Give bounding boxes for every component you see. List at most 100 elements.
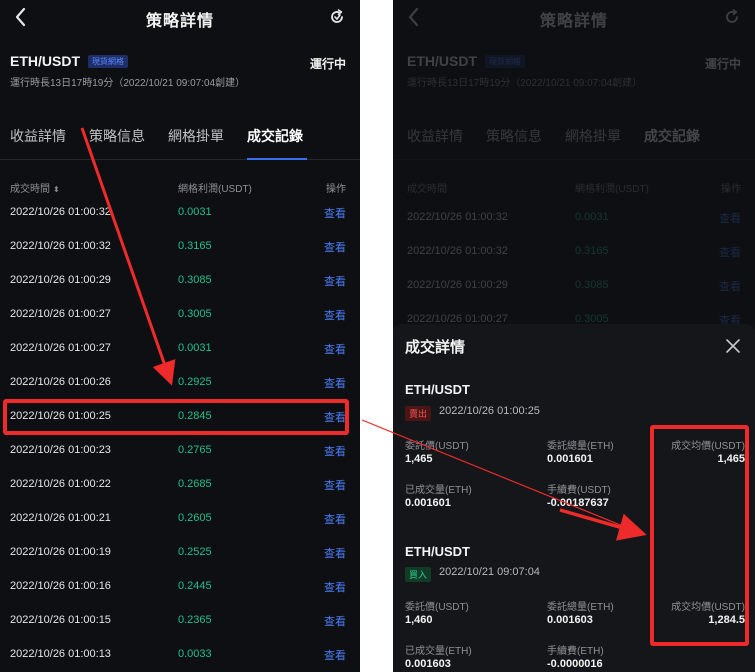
trade-time: 2022/10/26 01:00:19: [10, 546, 111, 558]
trading-pair: ETH/USDT: [407, 53, 477, 69]
view-button[interactable]: 查看: [324, 613, 346, 629]
grid-profit: 0.2605: [178, 512, 212, 524]
grid-profit: 0.0031: [575, 211, 609, 223]
table-row[interactable]: 2022/10/26 01:00:27 0.0031 查看: [0, 334, 360, 368]
trade-time: 2022/10/26 01:00:32: [10, 206, 111, 218]
column-header-profit: 網格利潤(USDT): [575, 184, 649, 195]
highlight-box-avg-price: [650, 425, 749, 646]
grid-profit: 0.0031: [178, 342, 212, 354]
refresh-icon[interactable]: [328, 8, 346, 26]
order-price-value: 1,465: [405, 453, 433, 465]
grid-profit: 0.2525: [178, 546, 212, 558]
trade-time: 2022/10/26 01:00:23: [10, 444, 111, 456]
order-amount-value: 0.001603: [547, 614, 593, 626]
table-row[interactable]: 2022/10/26 01:00:32 0.0031 查看: [0, 198, 360, 232]
view-button: 查看: [719, 213, 741, 225]
runtime-text: 運行時長13日17時19分（2022/10/21 09:07:04創建）: [407, 78, 643, 89]
fee-label: 手續費(USDT): [547, 485, 611, 496]
trade-date: 2022/10/21 09:07:04: [439, 566, 540, 578]
table-row[interactable]: 2022/10/26 01:00:13 0.0033 查看: [0, 640, 360, 672]
table-row[interactable]: 2022/10/26 01:00:32 0.3165 查看: [0, 232, 360, 266]
filled-label: 已成交量(ETH): [405, 485, 472, 496]
grid-profit: 0.2765: [178, 444, 212, 456]
trade-time: 2022/10/26 01:00:32: [407, 211, 508, 223]
view-button[interactable]: 查看: [324, 511, 346, 527]
close-icon[interactable]: [725, 338, 741, 354]
view-button[interactable]: 查看: [324, 545, 346, 561]
fee-value: -0.00187637: [547, 497, 609, 509]
table-row[interactable]: 2022/10/26 01:00:19 0.2525 查看: [0, 538, 360, 572]
tab-profit-details: 收益詳情: [407, 128, 463, 144]
tab-strategy-info[interactable]: 策略信息: [89, 126, 145, 146]
strategy-detail-screen: 策略詳情 ETH/USDT 現貨網格 運行中 運行時長13日17時19分（202…: [0, 0, 360, 672]
page-title: 策略詳情: [145, 13, 214, 30]
trade-pair: ETH/USDT: [405, 544, 470, 559]
grid-profit: 0.3165: [575, 245, 609, 257]
page-title: 策略詳情: [539, 13, 608, 30]
trade-time: 2022/10/26 01:00:27: [10, 308, 111, 320]
view-button[interactable]: 查看: [324, 647, 346, 663]
table-row: 2022/10/26 01:00:32 0.3165 查看: [393, 237, 755, 271]
column-header-profit: 網格利潤(USDT): [178, 184, 252, 195]
trade-time: 2022/10/26 01:00:26: [10, 376, 111, 388]
strategy-summary: ETH/USDT 現貨網格: [407, 53, 525, 69]
grid-profit: 0.2925: [178, 376, 212, 388]
view-button[interactable]: 查看: [324, 307, 346, 323]
app-header-dim: 策略詳情: [393, 0, 755, 36]
table-row[interactable]: 2022/10/26 01:00:23 0.2765 查看: [0, 436, 360, 470]
table-row[interactable]: 2022/10/26 01:00:21 0.2605 查看: [0, 504, 360, 538]
trade-date: 2022/10/26 01:00:25: [439, 405, 540, 417]
trade-time: 2022/10/26 01:00:29: [10, 274, 111, 286]
trade-time: 2022/10/26 01:00:32: [10, 240, 111, 252]
strategy-summary: ETH/USDT 現貨網格: [10, 53, 128, 69]
runtime-text: 運行時長13日17時19分（2022/10/21 09:07:04創建）: [10, 78, 246, 89]
column-header-time[interactable]: 成交時間 ⬍: [10, 180, 60, 195]
grid-profit: 0.3085: [575, 279, 609, 291]
sell-badge: 賣出: [405, 406, 432, 421]
table-row[interactable]: 2022/10/26 01:00:26 0.2925 查看: [0, 368, 360, 402]
view-button[interactable]: 查看: [324, 273, 346, 289]
order-price-label: 委託價(USDT): [405, 441, 469, 452]
view-button[interactable]: 查看: [324, 341, 346, 357]
active-tab-indicator: [247, 158, 307, 160]
trade-time: 2022/10/26 01:00:13: [10, 648, 111, 660]
trading-pair: ETH/USDT: [10, 53, 80, 69]
view-button[interactable]: 查看: [324, 477, 346, 493]
table-row[interactable]: 2022/10/26 01:00:29 0.3085 查看: [0, 266, 360, 300]
view-button[interactable]: 查看: [324, 375, 346, 391]
status-badge: 運行中: [309, 57, 346, 71]
grid-profit: 0.3085: [178, 274, 212, 286]
order-amount-label: 委託總量(ETH): [547, 441, 614, 452]
tab-grid-orders[interactable]: 網格掛單: [168, 126, 224, 146]
tab-trade-records[interactable]: 成交記錄: [247, 126, 303, 146]
table-row[interactable]: 2022/10/26 01:00:16 0.2445 查看: [0, 572, 360, 606]
view-button: 查看: [719, 281, 741, 293]
refresh-icon: [723, 8, 741, 26]
view-button[interactable]: 查看: [324, 239, 346, 255]
column-header-action: 操作: [721, 184, 741, 195]
strategy-type-badge: 現貨網格: [485, 54, 525, 68]
table-row[interactable]: 2022/10/26 01:00:22 0.2685 查看: [0, 470, 360, 504]
view-button[interactable]: 查看: [324, 205, 346, 221]
table-row[interactable]: 2022/10/26 01:00:27 0.3005 查看: [0, 300, 360, 334]
order-price-label: 委託價(USDT): [405, 602, 469, 613]
buy-badge: 買入: [405, 567, 432, 582]
tab-profit-details[interactable]: 收益詳情: [10, 126, 66, 146]
view-button[interactable]: 查看: [324, 579, 346, 595]
view-button[interactable]: 查看: [324, 443, 346, 459]
tab-strategy-info: 策略信息: [486, 128, 542, 144]
trade-time: 2022/10/26 01:00:29: [407, 279, 508, 291]
grid-profit: 0.2685: [178, 478, 212, 490]
column-header-time-label: 成交時間: [10, 184, 50, 195]
filled-value: 0.001603: [405, 658, 451, 670]
fee-label: 手續費(ETH): [547, 646, 604, 657]
table-row[interactable]: 2022/10/26 01:00:15 0.2365 查看: [0, 606, 360, 640]
view-button: 查看: [719, 247, 741, 259]
table-row: 2022/10/26 01:00:32 0.0031 查看: [393, 203, 755, 237]
grid-profit: 0.3165: [178, 240, 212, 252]
dimmed-background: 策略詳情 ETH/USDT 現貨網格 運行中 運行時長13日17時19分（202…: [393, 0, 755, 327]
order-amount-value: 0.001601: [547, 453, 593, 465]
trade-pair: ETH/USDT: [405, 382, 470, 397]
tab-trade-records: 成交記錄: [644, 128, 700, 144]
tab-bar: 收益詳情 策略信息 網格掛單 成交記錄: [393, 116, 755, 160]
